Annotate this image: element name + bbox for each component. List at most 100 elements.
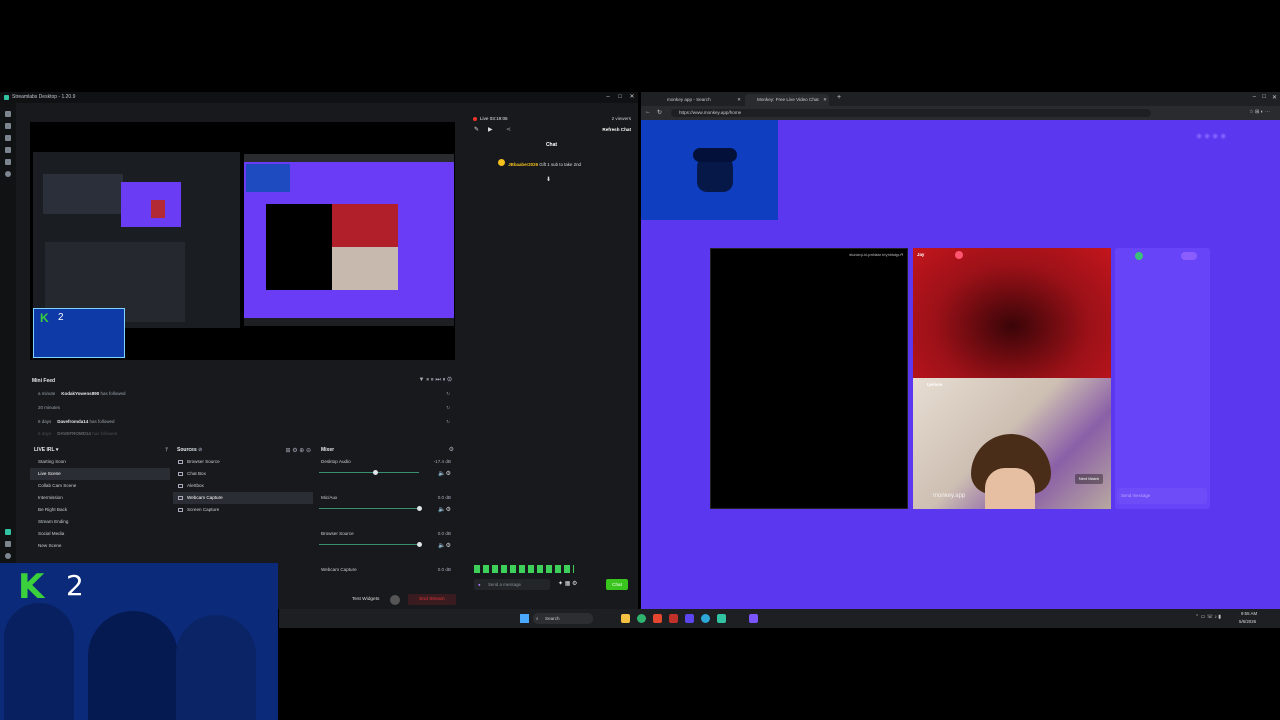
send-message-input[interactable]: Send message	[1117, 488, 1207, 504]
heart-icon[interactable]	[955, 251, 963, 259]
end-stream-button[interactable]: End Stream	[408, 594, 456, 605]
address-bar[interactable]: https://www.monkey.app/home	[671, 109, 1151, 117]
scene-item[interactable]: Intermission	[30, 492, 170, 504]
volume-slider[interactable]	[319, 472, 419, 473]
edge-icon[interactable]	[637, 614, 646, 623]
extensions-icon[interactable]: ☆ ⊞ ◐ ⋯	[1249, 109, 1270, 115]
edit-icon[interactable]: ✎	[474, 126, 479, 133]
test-widgets-button[interactable]: Test Widgets	[352, 597, 379, 602]
maximize-button[interactable]: □	[1262, 94, 1266, 100]
mute-icon[interactable]: 🔈⚙	[438, 542, 451, 549]
coin-icon[interactable]	[1135, 252, 1143, 260]
scene-preview[interactable]: K 2	[30, 122, 455, 360]
source-item[interactable]: Chat Box	[173, 468, 313, 480]
repeat-icon[interactable]: ↻	[446, 401, 450, 415]
share-icon[interactable]: ⋖	[506, 126, 511, 133]
streamlabs-titlebar: Streamlabs Desktop - 1.20.9 – □ ✕	[0, 92, 638, 103]
editor-icon[interactable]	[5, 111, 11, 117]
source-item[interactable]: Screen Capture	[173, 504, 313, 516]
volume-slider[interactable]	[319, 544, 419, 545]
webcam-icon	[178, 496, 183, 500]
chat-send-button[interactable]: Chat	[606, 579, 628, 590]
app-icon[interactable]	[701, 614, 710, 623]
mute-icon[interactable]: 🔈⚙	[438, 470, 451, 477]
reload-icon[interactable]: ↻	[657, 109, 662, 116]
scene-item[interactable]: Social Media	[30, 528, 170, 540]
tab-monkey[interactable]: Monkey: Free Live Video Chat ✕	[745, 94, 829, 106]
scroll-down-icon[interactable]: ⬇	[546, 176, 551, 183]
mic-icon[interactable]: ●	[478, 579, 481, 590]
maximize-button[interactable]: □	[614, 92, 626, 103]
source-item[interactable]: Alertbox	[173, 480, 313, 492]
scenes-panel: LIVE IRL ▾ ⫯ Starting Soon Live Scene Co…	[30, 444, 170, 562]
scene-panel-tools[interactable]: ⫯	[165, 447, 168, 454]
volume-knob[interactable]	[373, 470, 378, 475]
volume-knob[interactable]	[417, 542, 422, 547]
stranger-video-top: Jay	[913, 248, 1111, 378]
tray-icons[interactable]: ⌃ ▭ ☏ ♪ ▮	[1195, 614, 1221, 620]
scene-collection-title[interactable]: LIVE IRL ▾	[30, 444, 170, 456]
scene-item[interactable]: Be Right Back	[30, 504, 170, 516]
app-icon[interactable]	[717, 614, 726, 623]
chat-tools-icon[interactable]: ✦ ▦ ⚙	[558, 580, 577, 587]
app-icon[interactable]	[669, 614, 678, 623]
source-item[interactable]: Webcam Capture	[173, 492, 313, 504]
leaf-icon[interactable]	[5, 529, 11, 535]
app-icon[interactable]	[653, 614, 662, 623]
dashboard-icon[interactable]	[5, 159, 11, 165]
chat-input[interactable]: ● Send a message	[474, 579, 550, 590]
profile-icon[interactable]	[1181, 252, 1197, 260]
sources-tools[interactable]: ⊞ ⚙ ⊕ ⊖	[286, 447, 311, 454]
repeat-icon[interactable]: ↻	[446, 415, 450, 429]
mini-feed-title: Mini Feed	[32, 378, 56, 384]
clock-time[interactable]: 9:55 AM	[1241, 611, 1257, 616]
next-match-button[interactable]: Next Match	[1075, 474, 1103, 484]
top-right-controls[interactable]: ◉ ◉ ◉ ◉	[1196, 132, 1226, 140]
repeat-icon[interactable]: ↻	[446, 387, 450, 401]
volume-knob[interactable]	[417, 506, 422, 511]
user-icon[interactable]	[5, 553, 11, 559]
record-button[interactable]	[390, 595, 400, 605]
mute-icon[interactable]: 🔈⚙	[438, 506, 451, 513]
mixer-panel: Mixer ⚙ Desktop Audio -17.4 dB 🔈⚙ Mic/Aux…	[317, 444, 457, 584]
close-button[interactable]: ✕	[1272, 94, 1277, 101]
source-item[interactable]: Browser Source	[173, 456, 313, 468]
tab-search[interactable]: monkey app - Search ✕	[655, 94, 743, 106]
app-store-icon[interactable]	[5, 135, 11, 141]
start-icon[interactable]	[520, 614, 529, 623]
volume-slider[interactable]	[319, 508, 419, 509]
mixer-settings-icon[interactable]: ⚙	[449, 446, 454, 453]
username-badge[interactable]: Jay	[917, 252, 924, 257]
scene-item[interactable]: Starting Soon	[30, 456, 170, 468]
scene-item[interactable]: Collab Cam Scene	[30, 480, 170, 492]
scene-item[interactable]: Live Scene	[30, 468, 170, 480]
help-icon[interactable]: ⊘	[198, 447, 202, 453]
stranger-video-black: Pugtubley!d stableq-ki-ipsidule	[710, 248, 908, 509]
chat-username[interactable]: JBbaaber2026	[508, 162, 538, 167]
person-center	[88, 611, 178, 720]
studio-icon[interactable]	[5, 541, 11, 547]
back-icon[interactable]: ←	[645, 109, 651, 115]
refresh-chat-button[interactable]: Refresh Chat	[602, 127, 631, 132]
settings-icon[interactable]	[5, 171, 11, 177]
mini-feed-panel: Mini Feed ▼ ⏸ ⏸ ⏭ ⏸ ⚙ a minute KodakYowen…	[28, 375, 456, 441]
clock-date[interactable]: 5/6/2026	[1239, 619, 1256, 624]
file-explorer-icon[interactable]	[621, 614, 630, 623]
camera-icon[interactable]: ▶	[488, 126, 493, 133]
minimize-button[interactable]: –	[1253, 94, 1256, 100]
emote-bar[interactable]	[474, 565, 574, 573]
new-tab-button[interactable]: +	[837, 94, 841, 101]
scene-item[interactable]: Stream Ending	[30, 516, 170, 528]
taskbar-search[interactable]: ⌕ Search	[533, 613, 593, 624]
close-button[interactable]: ✕	[626, 92, 638, 103]
app-icon[interactable]	[749, 614, 758, 623]
subscriber-badge-icon	[498, 159, 505, 166]
highlighter-icon[interactable]	[5, 147, 11, 153]
scene-item[interactable]: New Scene	[30, 540, 170, 552]
app-icon[interactable]	[685, 614, 694, 623]
themes-icon[interactable]	[5, 123, 11, 129]
selected-webcam-source[interactable]: K 2	[33, 308, 125, 358]
minimize-button[interactable]: –	[602, 92, 614, 103]
username-badge[interactable]: tyelose	[927, 382, 942, 387]
k2-number: 2	[66, 569, 84, 602]
